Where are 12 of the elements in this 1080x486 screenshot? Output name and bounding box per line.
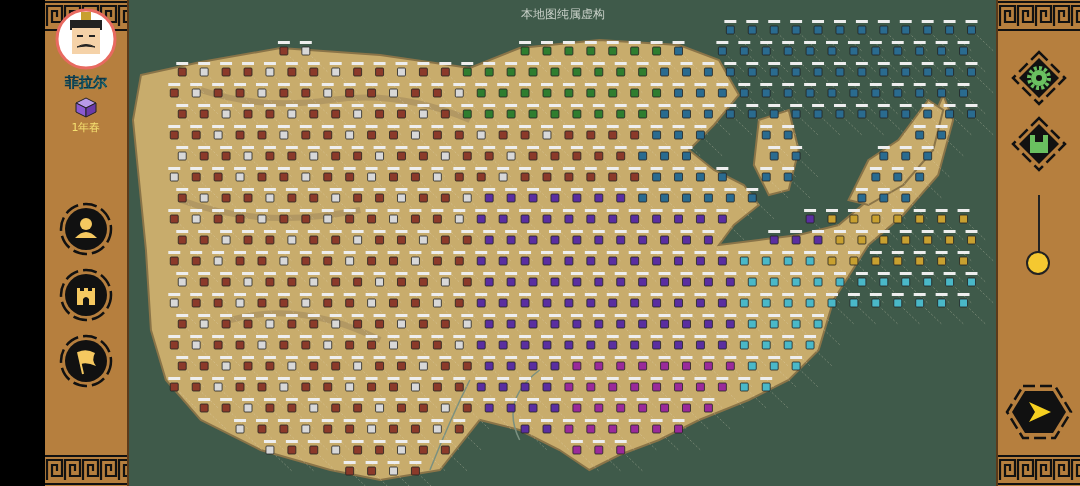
flag-button[interactable] <box>59 333 113 388</box>
settings-button[interactable] <box>1011 50 1067 106</box>
avatar-icon[interactable] <box>55 8 117 70</box>
map-drawing[interactable] <box>129 0 996 486</box>
map-caption: 本地图纯属虚构 <box>520 6 605 23</box>
castle-button[interactable] <box>59 267 113 322</box>
ruler-name: 菲拉尔 <box>65 74 107 92</box>
person-button[interactable] <box>59 201 113 256</box>
save-button[interactable] <box>1011 116 1067 172</box>
play-button[interactable] <box>1005 384 1073 440</box>
game-date: 1年春 <box>71 120 101 135</box>
box-icon <box>73 96 99 118</box>
